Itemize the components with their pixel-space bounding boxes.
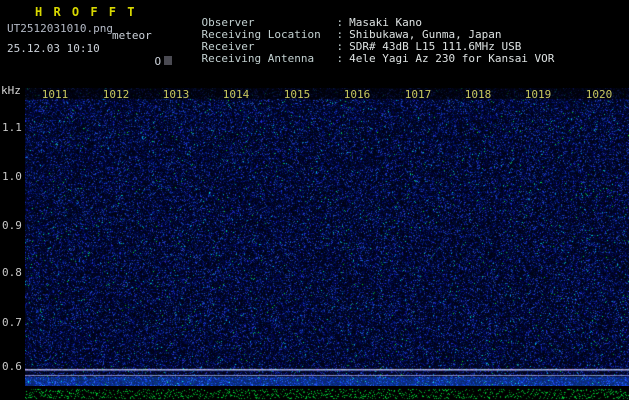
header-value: 4ele Yagi Az 230 for Kansai VOR [349, 52, 555, 65]
time-tick-label: 1019 [524, 88, 552, 101]
time-tick-label: 1020 [585, 88, 613, 101]
time-tick-label: 1013 [162, 88, 190, 101]
freq-tick-label: 0.6 [2, 360, 22, 373]
cursor-block [164, 56, 173, 65]
time-tick-label: 1018 [464, 88, 492, 101]
hrofft-window: H R O F F T UT2512031010.png meteor 25.1… [0, 0, 629, 400]
time-tick-label: 1017 [404, 88, 432, 101]
time-tick-label: 1011 [41, 88, 69, 101]
freq-tick-label: 0.9 [2, 219, 22, 232]
time-tick-label: 1015 [283, 88, 311, 101]
observation-comment: meteor [112, 29, 152, 42]
freq-tick-label: 1.1 [2, 121, 22, 134]
y-axis-unit-label: kHz [1, 84, 21, 97]
signal-level-canvas [25, 388, 629, 400]
status-char: O [154, 55, 162, 68]
output-filename: UT2512031010.png [7, 22, 113, 35]
spectrogram-canvas [25, 88, 629, 386]
timestamp: 25.12.03 10:10 [7, 42, 100, 55]
time-tick-label: 1012 [102, 88, 130, 101]
freq-tick-label: 0.7 [2, 316, 22, 329]
header-label: Receiving Antenna [201, 52, 315, 65]
app-title: H R O F F T [35, 5, 137, 19]
time-tick-label: 1014 [222, 88, 250, 101]
status-text: O [128, 42, 173, 81]
freq-tick-label: 0.8 [2, 266, 22, 279]
header-row-antenna: Receiving Antenna:4ele Yagi Az 230 for K… [175, 41, 555, 77]
freq-tick-label: 1.0 [2, 170, 22, 183]
time-tick-label: 1016 [343, 88, 371, 101]
